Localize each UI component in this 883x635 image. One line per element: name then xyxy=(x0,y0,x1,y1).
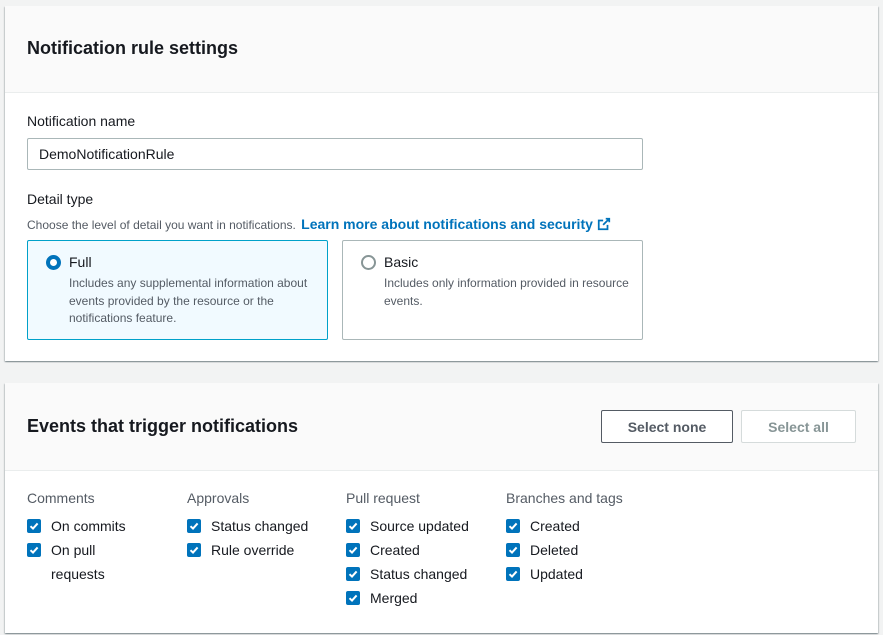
panel-header: Events that trigger notifications Select… xyxy=(5,383,878,471)
notification-name-input[interactable] xyxy=(27,138,643,170)
checkbox-pr-created[interactable]: Created xyxy=(346,538,496,562)
panel-title: Events that trigger notifications xyxy=(27,416,299,436)
checkmark-icon[interactable] xyxy=(346,519,360,533)
checkbox-label: Status changed xyxy=(370,566,468,582)
panel-header: Notification rule settings xyxy=(5,6,878,93)
event-group-title: Approvals xyxy=(187,490,250,506)
notification-rule-settings-panel: Notification rule settings Notification … xyxy=(5,6,878,361)
checkbox-approvals-status-changed[interactable]: Status changed xyxy=(187,514,337,538)
detail-type-label: Detail type xyxy=(27,191,94,207)
checkbox-label: Updated xyxy=(530,566,583,582)
events-panel: Events that trigger notifications Select… xyxy=(5,383,878,633)
checkmark-icon[interactable] xyxy=(187,543,201,557)
learn-more-link-text: Learn more about notifications and secur… xyxy=(301,216,593,232)
option-basic-label: Basic xyxy=(384,254,419,270)
event-group-title: Comments xyxy=(27,490,95,506)
checkbox-branch-updated[interactable]: Updated xyxy=(506,562,666,586)
detail-type-option-basic[interactable]: Basic Includes only information provided… xyxy=(342,240,643,340)
checkbox-label: Created xyxy=(370,542,420,558)
checkmark-icon[interactable] xyxy=(506,519,520,533)
event-group-title: Pull request xyxy=(346,490,420,506)
checkmark-icon[interactable] xyxy=(187,519,201,533)
checkmark-icon[interactable] xyxy=(27,519,41,533)
checkbox-source-updated[interactable]: Source updated xyxy=(346,514,496,538)
radio-full[interactable] xyxy=(46,255,61,270)
checkbox-rule-override[interactable]: Rule override xyxy=(187,538,337,562)
radio-basic[interactable] xyxy=(361,255,376,270)
checkmark-icon[interactable] xyxy=(506,543,520,557)
event-group-comments: Comments On commits On pull requests xyxy=(27,490,167,586)
detail-type-description-text: Choose the level of detail you want in n… xyxy=(27,218,296,232)
checkbox-label: Created xyxy=(530,518,580,534)
checkbox-on-commits[interactable]: On commits xyxy=(27,514,167,538)
panel-title: Notification rule settings xyxy=(27,38,239,58)
checkbox-label: Source updated xyxy=(370,518,469,534)
select-none-button[interactable]: Select none xyxy=(601,410,733,443)
checkmark-icon[interactable] xyxy=(27,543,41,557)
select-all-button[interactable]: Select all xyxy=(741,410,856,443)
checkbox-merged[interactable]: Merged xyxy=(346,586,496,610)
learn-more-link[interactable]: Learn more about notifications and secur… xyxy=(301,216,611,232)
option-full-label: Full xyxy=(69,254,92,270)
checkbox-label: On commits xyxy=(51,518,126,534)
checkmark-icon[interactable] xyxy=(506,567,520,581)
checkbox-on-pull-requests[interactable]: On pull requests xyxy=(27,538,137,586)
detail-type-option-full[interactable]: Full Includes any supplemental informati… xyxy=(27,240,328,340)
external-link-icon xyxy=(597,217,611,231)
event-group-approvals: Approvals Status changed Rule override xyxy=(187,490,337,562)
checkbox-label: Deleted xyxy=(530,542,579,558)
checkbox-label: Merged xyxy=(370,590,418,606)
event-group-branches-and-tags: Branches and tags Created Deleted Update… xyxy=(506,490,666,586)
checkbox-branch-deleted[interactable]: Deleted xyxy=(506,538,666,562)
event-group-pull-request: Pull request Source updated Created Stat… xyxy=(346,490,496,610)
checkmark-icon[interactable] xyxy=(346,591,360,605)
checkmark-icon[interactable] xyxy=(346,567,360,581)
option-full-description: Includes any supplemental information ab… xyxy=(69,276,308,325)
option-basic-description: Includes only information provided in re… xyxy=(384,276,629,308)
checkbox-label: Status changed xyxy=(211,518,309,534)
checkbox-pr-status-changed[interactable]: Status changed xyxy=(346,562,496,586)
event-group-title: Branches and tags xyxy=(506,490,623,506)
detail-type-description: Choose the level of detail you want in n… xyxy=(27,216,611,232)
checkbox-branch-created[interactable]: Created xyxy=(506,514,666,538)
checkmark-icon[interactable] xyxy=(346,543,360,557)
checkbox-label: On pull requests xyxy=(51,542,105,582)
notification-name-label: Notification name xyxy=(27,113,136,129)
checkbox-label: Rule override xyxy=(211,542,295,558)
